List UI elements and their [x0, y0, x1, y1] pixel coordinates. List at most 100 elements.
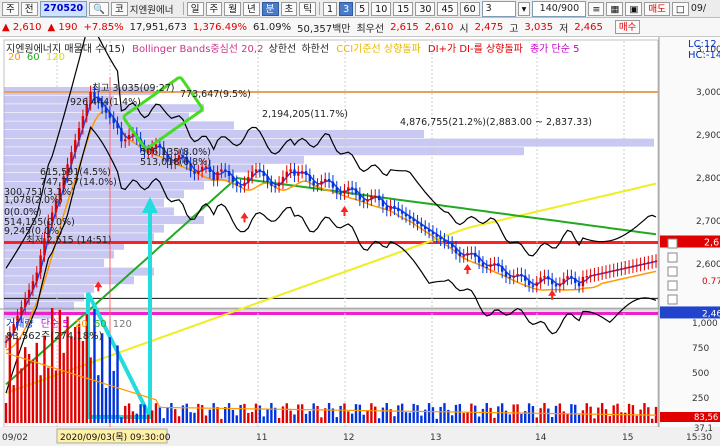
candle-body [385, 206, 388, 210]
candle-body [516, 274, 519, 276]
interval-5[interactable]: 5 [355, 1, 370, 16]
volume-bar [358, 404, 362, 423]
volume-bar [631, 405, 635, 423]
candle-body [254, 169, 258, 172]
profile-annotation: 513,018(6.8%) [140, 157, 211, 168]
calendar-icon[interactable]: □ [671, 1, 689, 16]
period-tick[interactable]: 틱 [299, 1, 317, 16]
chevron-down-icon[interactable]: ▾ [517, 1, 531, 16]
period-week[interactable]: 주 [205, 1, 223, 16]
display-icon[interactable]: ▣ [625, 1, 643, 16]
high-label: 고 [509, 23, 519, 35]
volume-bar [258, 405, 262, 423]
volume-profile-bar [4, 147, 524, 156]
candle-body [493, 263, 496, 265]
volume-bar [366, 410, 369, 423]
candle-body [339, 192, 342, 195]
interval-45[interactable]: 45 [437, 1, 458, 16]
divider [319, 2, 321, 15]
stock-name[interactable]: 지엔원에너 [130, 2, 180, 16]
interval-1[interactable]: 1 [323, 1, 338, 16]
low-tag: 2,465 [702, 309, 720, 319]
period-day[interactable]: 일 [186, 1, 204, 16]
volume-bar [462, 413, 465, 423]
volume-bar [550, 416, 554, 423]
volume-bar [277, 417, 281, 423]
candle-body [654, 260, 658, 263]
volume-bar [454, 404, 458, 423]
time-tag: 15:30 [686, 433, 712, 443]
price-tick-label: 2,800 [696, 174, 720, 184]
volume-bar [174, 409, 177, 423]
volume-bar [427, 403, 431, 423]
candle-body [370, 195, 373, 200]
volume-bar [212, 403, 215, 423]
volume-bar [12, 385, 15, 423]
candle-body [324, 179, 327, 182]
volume-bar [489, 407, 492, 423]
interval-15[interactable]: 15 [393, 1, 414, 16]
volume-bar [154, 403, 158, 423]
stock-code-input[interactable]: 270520 [39, 0, 88, 17]
sell-button[interactable]: 매도 [644, 1, 670, 16]
candle-body [620, 268, 623, 270]
volume-profile-bar [4, 259, 104, 267]
chart-canvas[interactable]: 최고 3,035(09:27) 926,444(1.4%) 773,647(9.5%… [0, 20, 720, 446]
mode-select[interactable]: 전 [20, 1, 38, 16]
candle-body [597, 273, 600, 275]
bid-price: 2,610 [424, 21, 454, 33]
period-minute[interactable]: 분 [261, 1, 279, 16]
volume-bar [31, 359, 35, 423]
volume-bar [8, 333, 12, 423]
market-select[interactable]: 주 [2, 1, 19, 16]
candle-body [531, 285, 535, 287]
volume-bar [70, 337, 73, 423]
search-icon[interactable]: 🔍 [89, 1, 110, 16]
candle-body [124, 139, 127, 142]
upper-band-label: 상한선 [268, 44, 297, 55]
change-value: 190 [58, 21, 78, 33]
settings-icon[interactable]: ≡ [588, 1, 605, 16]
candle-body [550, 279, 554, 285]
candle-body [277, 182, 281, 187]
candle-body [289, 169, 292, 172]
price-change: ▲ 190 [47, 21, 78, 33]
candle-body [27, 289, 31, 299]
profile-annotation: 1,078(2.0%) [4, 195, 63, 206]
chart-area[interactable]: 최고 3,035(09:27) 926,444(1.4%) 773,647(9.5%… [0, 20, 720, 446]
interval-30[interactable]: 30 [415, 1, 436, 16]
volume-bar [508, 414, 512, 423]
grid-icon[interactable]: ▦ [606, 1, 624, 16]
cci-signal-label: CCI기준선 상향돌파 [336, 44, 421, 55]
axis-tool-checkbox [667, 252, 678, 263]
open-label: 시 [459, 23, 469, 35]
bar-count-select[interactable]: 3 [481, 0, 516, 17]
volume-bar [131, 411, 135, 423]
volume-bar [497, 406, 500, 423]
period-second[interactable]: 초 [280, 1, 298, 16]
candle-body [77, 128, 81, 141]
interval-3[interactable]: 3 [339, 1, 354, 16]
volume-bar [435, 418, 438, 423]
candle-body [35, 272, 38, 282]
candle-body [416, 221, 419, 225]
volume-bar [589, 406, 592, 423]
di-signal-label: DI+가 DI-를 상향돌파 [427, 44, 523, 55]
volume-bar [566, 413, 569, 423]
period-year[interactable]: 년 [243, 1, 260, 16]
candle-body [381, 200, 385, 207]
profile-annotation: 2,194,205(11.7%) [262, 109, 348, 120]
interval-10[interactable]: 10 [371, 1, 392, 16]
period-month[interactable]: 월 [224, 1, 242, 16]
volume-bar [193, 412, 196, 423]
volume-bar [112, 370, 115, 423]
candle-body [635, 264, 638, 267]
buy-button[interactable]: 매수 [614, 20, 641, 34]
volume-bar [189, 412, 192, 423]
candle-body [343, 190, 346, 194]
interval-60[interactable]: 60 [459, 1, 480, 16]
volume-value: 17,951,673 [129, 21, 187, 33]
cursor-date-label: 2020/09/03(목) 09:30:00 [60, 432, 171, 443]
volume-bar [158, 406, 162, 423]
candle-body [312, 181, 315, 186]
